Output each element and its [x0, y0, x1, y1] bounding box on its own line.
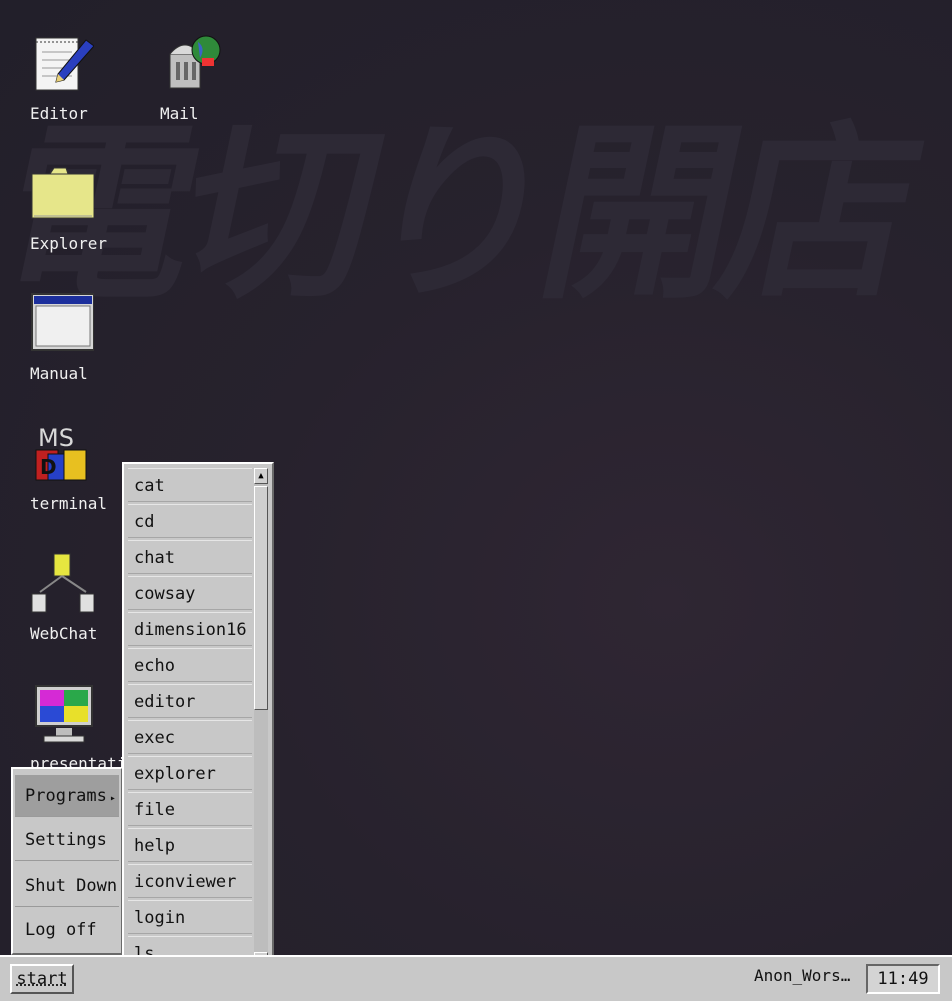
desktop-icon-editor[interactable]: Editor: [30, 32, 130, 123]
start-button-label: start: [16, 969, 68, 989]
menu-item-label: Log off: [25, 920, 97, 940]
start-button[interactable]: start: [10, 964, 74, 994]
desktop-icon-label: Manual: [30, 364, 88, 383]
msdos-icon: MS D: [35, 424, 87, 481]
desktop-icon-manual[interactable]: Manual: [30, 292, 130, 383]
monitor-icon: [35, 685, 93, 743]
program-item-cat[interactable]: cat: [128, 468, 252, 502]
svg-text:D: D: [40, 455, 57, 479]
desktop-icon-label: terminal: [30, 494, 108, 513]
submenu-arrow-icon: ▸: [109, 793, 116, 804]
menu-item-label: Shut Down: [25, 876, 118, 896]
program-item-echo[interactable]: echo: [128, 648, 252, 682]
window-icon: [31, 293, 94, 351]
desktop-icon-webchat[interactable]: WebChat: [30, 552, 130, 643]
folder-icon: [31, 167, 94, 219]
program-item-dimension16[interactable]: dimension16: [128, 612, 252, 646]
desktop-icon-mail[interactable]: Mail: [160, 32, 260, 123]
program-item-help[interactable]: help: [128, 828, 252, 862]
notepad-pen-icon: [35, 37, 94, 91]
scrollbar-thumb[interactable]: [254, 486, 268, 710]
programs-scrollbar[interactable]: ▲ ▼: [254, 468, 268, 968]
taskbar: start Anon_Wors… 11:49: [0, 955, 952, 1001]
scroll-up-icon[interactable]: ▲: [254, 468, 268, 484]
start-menu: Programs ▸ Settings Shut Down Log off: [11, 767, 123, 955]
program-item-cd[interactable]: cd: [128, 504, 252, 538]
program-item-cowsay[interactable]: cowsay: [128, 576, 252, 610]
program-item-file[interactable]: file: [128, 792, 252, 826]
desktop-icon-label: Explorer: [30, 234, 108, 253]
wallpaper-text: 電切り開店: [0, 104, 930, 325]
desktop-icon-explorer[interactable]: Explorer: [30, 162, 130, 253]
start-menu-settings[interactable]: Settings: [15, 819, 119, 861]
clock: 11:49: [866, 964, 940, 994]
program-item-login[interactable]: login: [128, 900, 252, 934]
program-item-explorer[interactable]: explorer: [128, 756, 252, 790]
mailbox-icon: [169, 35, 221, 89]
start-menu-shut-down[interactable]: Shut Down: [15, 865, 119, 907]
desktop-icon-presentation[interactable]: presentation: [30, 682, 146, 773]
desktop-icon-label: WebChat: [30, 624, 98, 643]
menu-item-label: Programs: [25, 786, 107, 806]
start-menu-log-off[interactable]: Log off: [15, 909, 119, 951]
program-item-chat[interactable]: chat: [128, 540, 252, 574]
msdos-text: MS: [38, 424, 74, 452]
desktop-icon-label: Editor: [30, 104, 88, 123]
network-icon: [31, 553, 94, 613]
programs-menu: cat cd chat cowsay dimension16 echo edit…: [122, 462, 274, 972]
program-item-exec[interactable]: exec: [128, 720, 252, 754]
start-menu-programs[interactable]: Programs ▸: [15, 775, 119, 817]
desktop-icon-label: Mail: [160, 104, 199, 123]
program-item-editor[interactable]: editor: [128, 684, 252, 718]
menu-item-label: Settings: [25, 830, 107, 850]
user-name: Anon_Wors…: [754, 966, 851, 985]
desktop-icon-terminal[interactable]: MS D terminal: [30, 422, 130, 513]
program-item-iconviewer[interactable]: iconviewer: [128, 864, 252, 898]
